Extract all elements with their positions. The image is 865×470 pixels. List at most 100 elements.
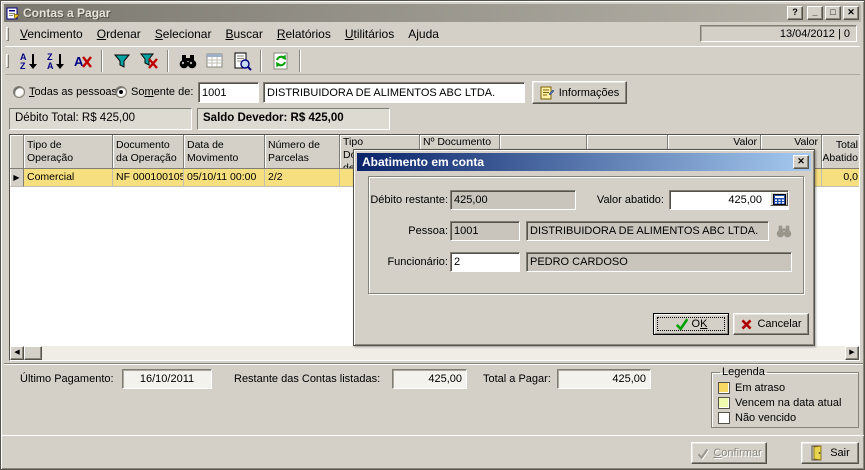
grid-view-button[interactable] xyxy=(201,48,228,73)
radio-all-persons[interactable] xyxy=(13,86,25,98)
help-button[interactable]: ? xyxy=(787,6,803,20)
action-bar: Confirmar Sair xyxy=(1,435,864,470)
binoculars-icon xyxy=(178,51,198,71)
cell-tipo-operacao[interactable]: Comercial xyxy=(24,169,113,187)
date-counter: 13/04/2012 | 0 xyxy=(700,25,857,42)
window-title: Contas a Pagar xyxy=(23,6,785,20)
scroll-left-icon[interactable]: ◀ xyxy=(10,346,24,360)
filter-button[interactable] xyxy=(108,48,135,73)
debito-restante-field xyxy=(450,190,576,210)
funcionario-name-field xyxy=(526,252,792,272)
clear-sort-icon: A xyxy=(73,51,93,71)
sort-az-icon: A Z xyxy=(19,51,39,71)
funcionario-label: Funcionário: xyxy=(364,256,448,268)
clear-filter-icon xyxy=(139,51,159,71)
toolbar-grip-2[interactable] xyxy=(6,54,9,68)
toolbar-separator xyxy=(260,50,262,72)
menu-bar: Vencimento Ordenar Selecionar Buscar Rel… xyxy=(5,24,860,43)
svg-text:Z: Z xyxy=(20,61,26,71)
cancelar-button[interactable]: Cancelar xyxy=(733,313,809,335)
cell-data-movimento[interactable]: 05/10/11 00:00 xyxy=(184,169,265,187)
horizontal-scrollbar[interactable]: ◀ ▶ xyxy=(10,346,859,360)
app-window: Contas a Pagar ? _ □ ✕ Vencimento Ordena… xyxy=(0,0,865,470)
ok-check-icon xyxy=(675,317,689,331)
sort-ascending-button[interactable]: A Z xyxy=(15,48,42,73)
svg-text:A: A xyxy=(74,54,84,69)
col-data-movimento[interactable]: Data de Movimento xyxy=(184,135,265,169)
confirmar-button[interactable]: Confirmar xyxy=(691,442,767,464)
window-titlebar: Contas a Pagar ? _ □ ✕ xyxy=(4,4,861,22)
person-name-input[interactable] xyxy=(263,82,525,103)
person-code-input[interactable] xyxy=(198,82,259,103)
pessoa-code-field xyxy=(450,221,520,241)
menu-ordenar[interactable]: Ordenar xyxy=(92,25,146,43)
menu-ajuda[interactable]: Ajuda xyxy=(403,25,444,43)
check-icon xyxy=(696,447,709,460)
app-icon xyxy=(6,6,20,20)
dialog-close-button[interactable]: ✕ xyxy=(793,155,809,169)
remaining-value: 425,00 xyxy=(392,369,467,389)
menu-relatorios[interactable]: Relatórios xyxy=(272,25,336,43)
filter-icon xyxy=(112,51,132,71)
sort-descending-button[interactable]: Z A xyxy=(42,48,69,73)
find-button[interactable] xyxy=(174,48,201,73)
cancel-x-icon xyxy=(740,318,753,331)
scroll-right-icon[interactable]: ▶ xyxy=(845,346,859,360)
calculator-icon xyxy=(773,194,786,205)
exit-door-icon xyxy=(810,445,826,461)
radio-only-from[interactable] xyxy=(115,86,127,98)
pessoa-name-field xyxy=(526,221,769,241)
minimize-button[interactable]: _ xyxy=(807,6,823,20)
col-tipo-operacao[interactable]: Tipo de Operação xyxy=(24,135,113,169)
menu-utilitarios[interactable]: Utilitários xyxy=(340,25,399,43)
legend-item-overdue: Em atraso xyxy=(718,380,858,395)
person-search-binoculars-icon xyxy=(775,223,793,239)
funcionario-code-input[interactable] xyxy=(450,252,520,272)
scrollbar-thumb[interactable] xyxy=(24,346,42,360)
close-button[interactable]: ✕ xyxy=(843,6,859,20)
menu-selecionar[interactable]: Selecionar xyxy=(150,25,217,43)
radio-all-label[interactable]: Todas as pessoas xyxy=(29,86,117,98)
legend-item-due-today: Vencem na data atual xyxy=(718,395,858,410)
radio-only-label[interactable]: Somente de: xyxy=(131,86,193,98)
cell-documento[interactable]: NF 000100105 xyxy=(113,169,184,187)
refresh-icon xyxy=(271,51,291,71)
report-preview-icon xyxy=(232,51,252,71)
sair-button[interactable]: Sair xyxy=(801,442,859,464)
preview-report-button[interactable] xyxy=(228,48,255,73)
grid-icon xyxy=(205,51,225,71)
pessoa-label: Pessoa: xyxy=(364,225,448,237)
person-filter-row: Todas as pessoas Somente de: Informações xyxy=(5,78,860,106)
clear-filter-button[interactable] xyxy=(135,48,162,73)
info-note-icon xyxy=(540,85,555,100)
abatimento-dialog: Abatimento em conta ✕ Débito restante: V… xyxy=(353,149,815,346)
informacoes-button[interactable]: Informações xyxy=(532,81,627,104)
debito-restante-label: Débito restante: xyxy=(364,194,448,206)
cell-parcelas[interactable]: 2/2 xyxy=(265,169,340,187)
menu-vencimento[interactable]: Vencimento xyxy=(15,25,88,43)
clear-sort-button[interactable]: A xyxy=(69,48,96,73)
col-documento-operacao[interactable]: Documento da Operação xyxy=(113,135,184,169)
ok-button[interactable]: OK xyxy=(653,313,729,335)
toolbar-separator xyxy=(167,50,169,72)
legend-box: Legenda Em atraso Vencem na data atual N… xyxy=(711,366,859,428)
legend-item-not-due: Não vencido xyxy=(718,410,858,425)
sort-za-icon: Z A xyxy=(46,51,66,71)
cell-total-abatido[interactable]: 0,0 xyxy=(822,169,860,187)
toolbar-grip[interactable] xyxy=(6,27,9,41)
balance-due-panel: Saldo Devedor: R$ 425,00 xyxy=(197,108,390,130)
debit-total-panel: Débito Total: R$ 425,00 xyxy=(9,108,192,130)
maximize-button[interactable]: □ xyxy=(825,6,841,20)
svg-text:A: A xyxy=(47,61,54,71)
toolbar: A Z Z A A xyxy=(5,46,860,75)
col-numero-parcelas[interactable]: Número de Parcelas xyxy=(265,135,340,169)
refresh-button[interactable] xyxy=(267,48,294,73)
col-indicator xyxy=(10,135,24,169)
totals-row: Débito Total: R$ 425,00 Saldo Devedor: R… xyxy=(1,107,864,132)
menu-buscar[interactable]: Buscar xyxy=(220,25,267,43)
calculator-button[interactable] xyxy=(770,192,788,206)
row-indicator-icon: ▶ xyxy=(10,169,24,187)
total-to-pay-label: Total a Pagar: xyxy=(483,373,551,385)
col-total-abatido[interactable]: Total Abatido xyxy=(822,135,860,169)
legend-title: Legenda xyxy=(720,366,767,378)
